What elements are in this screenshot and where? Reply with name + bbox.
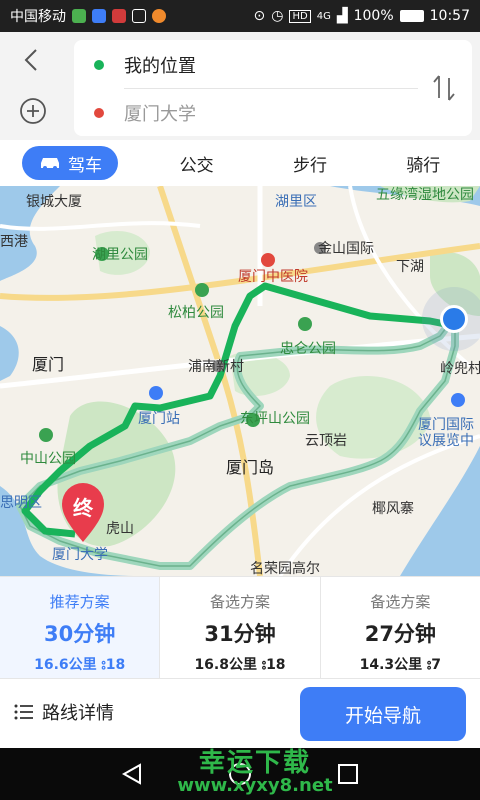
route-details-button[interactable]: 路线详情 (14, 699, 114, 725)
map-label-zhongshan-park: 中山公园 (20, 451, 76, 467)
option-name: 备选方案 (370, 593, 431, 611)
plus-circle-icon (20, 98, 46, 124)
option-meta: 16.8公里 ⦂18 (160, 654, 319, 674)
map-label-xiamen-station: 厦门站 (138, 411, 180, 427)
option-distance: 16.8公里 (194, 657, 257, 673)
map-label-dongpingshan: 东坪山公园 (240, 411, 310, 427)
recents-square-icon[interactable] (334, 760, 362, 788)
map-label-yefengzhai: 椰风寨 (372, 501, 414, 517)
tab-drive-pill: 驾车 (22, 146, 118, 180)
end-marker-label: 终 (73, 496, 93, 520)
option-meta: 14.3公里 ⦂7 (321, 654, 480, 674)
mail-icon (132, 9, 146, 23)
option-lights: 7 (431, 657, 441, 673)
signal-icon: ▟ (336, 8, 348, 24)
destination-dot-icon (94, 108, 104, 118)
map-label-yundingyan: 云顶岩 (305, 433, 347, 449)
route-option-1[interactable]: 推荐方案 30分钟 16.6公里 ⦂18 (0, 577, 161, 678)
tab-drive-label: 驾车 (68, 155, 102, 176)
add-waypoint-button[interactable] (18, 96, 48, 126)
swap-icon (433, 75, 455, 101)
chevron-left-icon (24, 49, 37, 71)
status-bar: 中国移动 ⊙ ◷ HD 4G ▟ 100% 10:57 (0, 0, 480, 32)
current-location-marker (440, 305, 468, 333)
battery-level: 100% (353, 8, 394, 24)
destination-field[interactable]: 厦门大学 (74, 90, 414, 136)
map-label-huli-district: 湖里区 (275, 194, 317, 210)
map-label-tcm-hospital: 厦门中医院 (238, 269, 308, 285)
hd-icon: HD (289, 9, 311, 23)
option-distance: 14.3公里 (359, 657, 423, 673)
destination-text: 厦门大学 (124, 104, 196, 125)
list-icon (14, 704, 33, 720)
option-distance: 16.6公里 (34, 657, 97, 673)
map-label-xigang: 西港 (0, 234, 28, 250)
tab-bike[interactable]: 骑行 (367, 151, 480, 176)
status-right: ⊙ ◷ HD 4G ▟ 100% 10:57 (254, 8, 470, 24)
battery-icon (399, 10, 424, 22)
app-notification-icon-3 (152, 9, 166, 23)
route-options: 推荐方案 30分钟 16.6公里 ⦂18 备选方案 31分钟 16.8公里 ⦂1… (0, 576, 480, 678)
map-label-lingdou: 岭兜村 (440, 361, 480, 377)
origin-field[interactable]: 我的位置 (74, 42, 414, 88)
tab-drive[interactable]: 驾车 (10, 146, 130, 180)
transport-tabs: 驾车 公交 步行 骑行 (0, 140, 480, 186)
map-label-jinshan: 金山国际 (318, 241, 374, 257)
option-lights: 18 (266, 657, 286, 673)
map-label-yincheng: 银城大厦 (26, 194, 82, 210)
system-nav-bar (0, 748, 480, 800)
option-lights: 18 (105, 657, 126, 673)
map-label-zhonglun-park: 忠仑公园 (280, 341, 336, 357)
map-label-xiahu: 下湖 (396, 259, 424, 275)
map-label-punan: 浦南新村 (188, 359, 244, 375)
route-details-label: 路线详情 (42, 703, 114, 724)
map-label-hushan: 虎山 (106, 521, 134, 537)
field-divider (124, 88, 418, 89)
swap-button[interactable] (426, 70, 462, 106)
action-bar: 路线详情 开始导航 (0, 678, 480, 748)
app-notification-icon-2 (112, 9, 126, 23)
map-label-siming: 思明区 (0, 495, 42, 511)
route-header: 我的位置 厦门大学 (0, 32, 480, 140)
option-time: 31分钟 (204, 622, 276, 646)
map-label-xiamen: 厦门 (32, 355, 65, 374)
back-triangle-icon[interactable] (118, 760, 146, 788)
option-time: 27分钟 (364, 622, 436, 646)
route-input-box: 我的位置 厦门大学 (74, 40, 472, 136)
clock: 10:57 (429, 8, 470, 24)
tab-walk[interactable]: 步行 (253, 151, 366, 176)
map-label-expo-2: 议展览中 (418, 433, 474, 449)
map-label-mingrong: 名荣园高尔 (250, 561, 320, 576)
map-label-songbai-park: 松柏公园 (168, 305, 224, 321)
option-name: 推荐方案 (49, 593, 110, 611)
app-notification-icon (92, 9, 106, 23)
map-label-xiamen-island: 厦门岛 (226, 458, 275, 477)
route-option-2[interactable]: 备选方案 31分钟 16.8公里 ⦂18 (160, 577, 321, 678)
start-navigation-button[interactable]: 开始导航 (300, 687, 466, 741)
option-meta: 16.6公里 ⦂18 (0, 654, 159, 674)
route-option-3[interactable]: 备选方案 27分钟 14.3公里 ⦂7 (321, 577, 480, 678)
wechat-notification-icon (72, 9, 86, 23)
option-time: 30分钟 (44, 622, 116, 646)
alarm-icon: ◷ (271, 8, 284, 24)
car-icon (41, 158, 59, 170)
tab-transit[interactable]: 公交 (140, 151, 253, 176)
origin-text: 我的位置 (124, 56, 196, 77)
origin-dot-icon (94, 60, 104, 70)
map-label-wuyuan: 五缘湾湿地公园 (376, 187, 474, 203)
location-icon: ⊙ (253, 8, 266, 24)
carrier-label: 中国移动 (10, 9, 66, 25)
network-label: 4G (316, 10, 331, 22)
home-circle-icon[interactable] (226, 760, 254, 788)
status-left: 中国移动 (10, 6, 166, 26)
map-label-huli-park: 湖里公园 (92, 247, 148, 263)
option-name: 备选方案 (209, 593, 270, 611)
map-label-xiamen-university: 厦门大学 (52, 547, 108, 563)
back-button[interactable] (16, 44, 48, 76)
